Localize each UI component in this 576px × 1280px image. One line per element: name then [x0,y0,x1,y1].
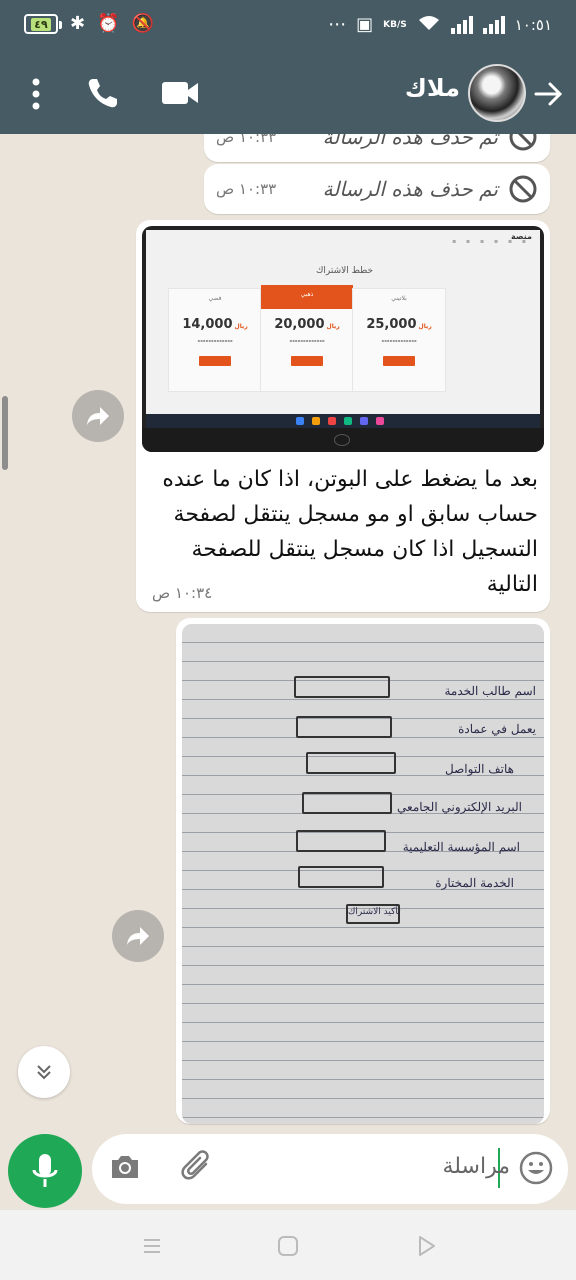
form-field-sketch [306,752,396,774]
message-image[interactable]: اسم طالب الخدمة يعمل في عمادة هاتف التوا… [182,624,544,1124]
back-icon[interactable] [412,1232,440,1260]
form-label-sketch: اسم المؤسسة التعليمية [402,840,520,854]
forward-button[interactable] [112,910,164,962]
plan-subscribe-button [199,356,231,366]
deleted-text: تم حذف هذه الرسالة [322,134,498,149]
deleted-icon [509,134,537,151]
app-notification-icon: ▣ [356,14,374,35]
plan-description: ▪▪▪▪▪▪▪▪▪▪▪▪▪ [289,338,325,343]
emoji-icon[interactable] [518,1150,554,1186]
wifi-icon [417,14,441,36]
chat-area[interactable]: تم حذف هذه الرسالة ١٠:٣٣ ص تم حذف هذه ال… [0,134,576,1134]
plan-description: ▪▪▪▪▪▪▪▪▪▪▪▪▪ [381,338,417,343]
form-label-sketch: هاتف التواصل [445,762,514,776]
message-input[interactable]: مراسلة [442,1154,510,1179]
more-options-icon[interactable] [22,76,50,112]
plan-name: بلاتيني [391,295,407,302]
message-field[interactable]: مراسلة [92,1134,568,1204]
camera-icon[interactable] [108,1150,142,1184]
plan-currency: ريال [418,323,432,330]
voice-record-button[interactable] [8,1134,82,1208]
os-taskbar [146,414,540,428]
plan-price-value: 20,000 [274,317,325,332]
plan-name: ذهبي [261,285,353,309]
status-bar: ٤٩ ✱ ⏰ 🔕 ⋯ ▣ KB/S ١٠:٥١ [0,0,576,56]
image-message[interactable]: منصة ▪ ▪ ▪ ▪ ▪ ▪ خطط الاشتراك فضي ريال14… [136,220,550,612]
plan-card: بلاتيني ريال25,000 ▪▪▪▪▪▪▪▪▪▪▪▪▪ [352,288,446,392]
plan-currency: ريال [326,323,340,330]
video-call-icon[interactable] [160,78,200,108]
form-field-sketch [298,866,384,888]
alarm-icon: ⏰ [97,13,120,34]
forward-icon [127,927,149,945]
form-field-sketch [302,792,392,814]
system-nav-bar [0,1210,576,1280]
deleted-message[interactable]: تم حذف هذه الرسالة ١٠:٣٣ ص [204,164,550,214]
plan-price-value: 25,000 [366,317,417,332]
chat-header: ملاك [0,56,576,134]
form-label-sketch: اسم طالب الخدمة [444,684,536,698]
form-field-sketch [294,676,390,698]
battery-level: ٤٩ [31,17,51,31]
plan-price: ريال14,000 [169,317,261,332]
double-chevron-down-icon [37,1065,51,1080]
deleted-text: تم حذف هذه الرسالة [322,177,498,201]
plan-description: ▪▪▪▪▪▪▪▪▪▪▪▪▪ [197,338,233,343]
signal-2-icon [482,16,505,34]
avatar[interactable] [468,64,526,122]
status-bar-right: ⋯ ▣ KB/S ١٠:٥١ [328,14,552,36]
form-field-sketch [296,716,392,738]
microphone-icon [32,1154,58,1187]
contact-name[interactable]: ملاك [405,74,460,102]
message-caption: بعد ما يضغط على البوتن، اذا كان ما عنده … [162,467,538,597]
laptop-bezel [142,428,544,452]
form-label-sketch: يعمل في عمادة [458,722,536,736]
plan-subscribe-button [383,356,415,366]
home-icon[interactable] [274,1232,302,1260]
plans-title: خطط الاشتراك [316,266,374,276]
plan-name: فضي [208,295,222,302]
deleted-icon [509,175,537,203]
recents-icon[interactable] [138,1232,166,1260]
message-time: ١٠:٣٣ ص [216,134,277,146]
mute-icon: 🔕 [131,13,154,34]
more-notifications-icon: ⋯ [328,14,347,35]
signal-1-icon [450,16,473,34]
form-field-sketch [296,830,386,852]
image-message[interactable]: اسم طالب الخدمة يعمل في عمادة هاتف التوا… [176,618,550,1124]
form-label-sketch: الخدمة المختارة [435,876,514,890]
plan-card: ذهبي ريال20,000 ▪▪▪▪▪▪▪▪▪▪▪▪▪ [260,285,354,392]
site-nav: ▪ ▪ ▪ ▪ ▪ ▪ [452,238,530,245]
form-label-sketch: البريد الإلكتروني الجامعي [397,800,522,814]
back-arrow-icon[interactable] [528,74,568,114]
screenshot-page: منصة ▪ ▪ ▪ ▪ ▪ ▪ خطط الاشتراك فضي ريال14… [146,230,540,414]
voice-call-icon[interactable] [86,76,120,110]
clock: ١٠:٥١ [514,16,552,34]
status-bar-left: ٤٩ ✱ ⏰ 🔕 [24,14,154,34]
bluetooth-icon: ✱ [70,13,86,34]
scrollbar[interactable] [2,396,8,470]
message-time: ١٠:٣٤ ص [152,584,213,602]
plan-card: فضي ريال14,000 ▪▪▪▪▪▪▪▪▪▪▪▪▪ [168,288,262,392]
input-bar: مراسلة [0,1134,576,1210]
submit-label-sketch: تأكيد الاشتراك [348,907,401,917]
battery-icon: ٤٩ [24,14,62,34]
attach-icon[interactable] [180,1148,216,1188]
forward-button[interactable] [72,390,124,442]
plan-price: ريال20,000 [261,317,353,332]
deleted-message[interactable]: تم حذف هذه الرسالة ١٠:٣٣ ص [204,134,550,162]
plan-price-value: 14,000 [182,317,233,332]
plan-subscribe-button [291,356,323,366]
plan-price: ريال25,000 [353,317,445,332]
plan-currency: ريال [234,323,248,330]
message-image[interactable]: منصة ▪ ▪ ▪ ▪ ▪ ▪ خطط الاشتراك فضي ريال14… [142,226,544,452]
forward-icon [87,407,109,425]
scroll-to-bottom-button[interactable] [18,1046,70,1098]
message-time: ١٠:٣٣ ص [216,180,277,198]
network-speed-unit: KB/S [383,20,407,30]
